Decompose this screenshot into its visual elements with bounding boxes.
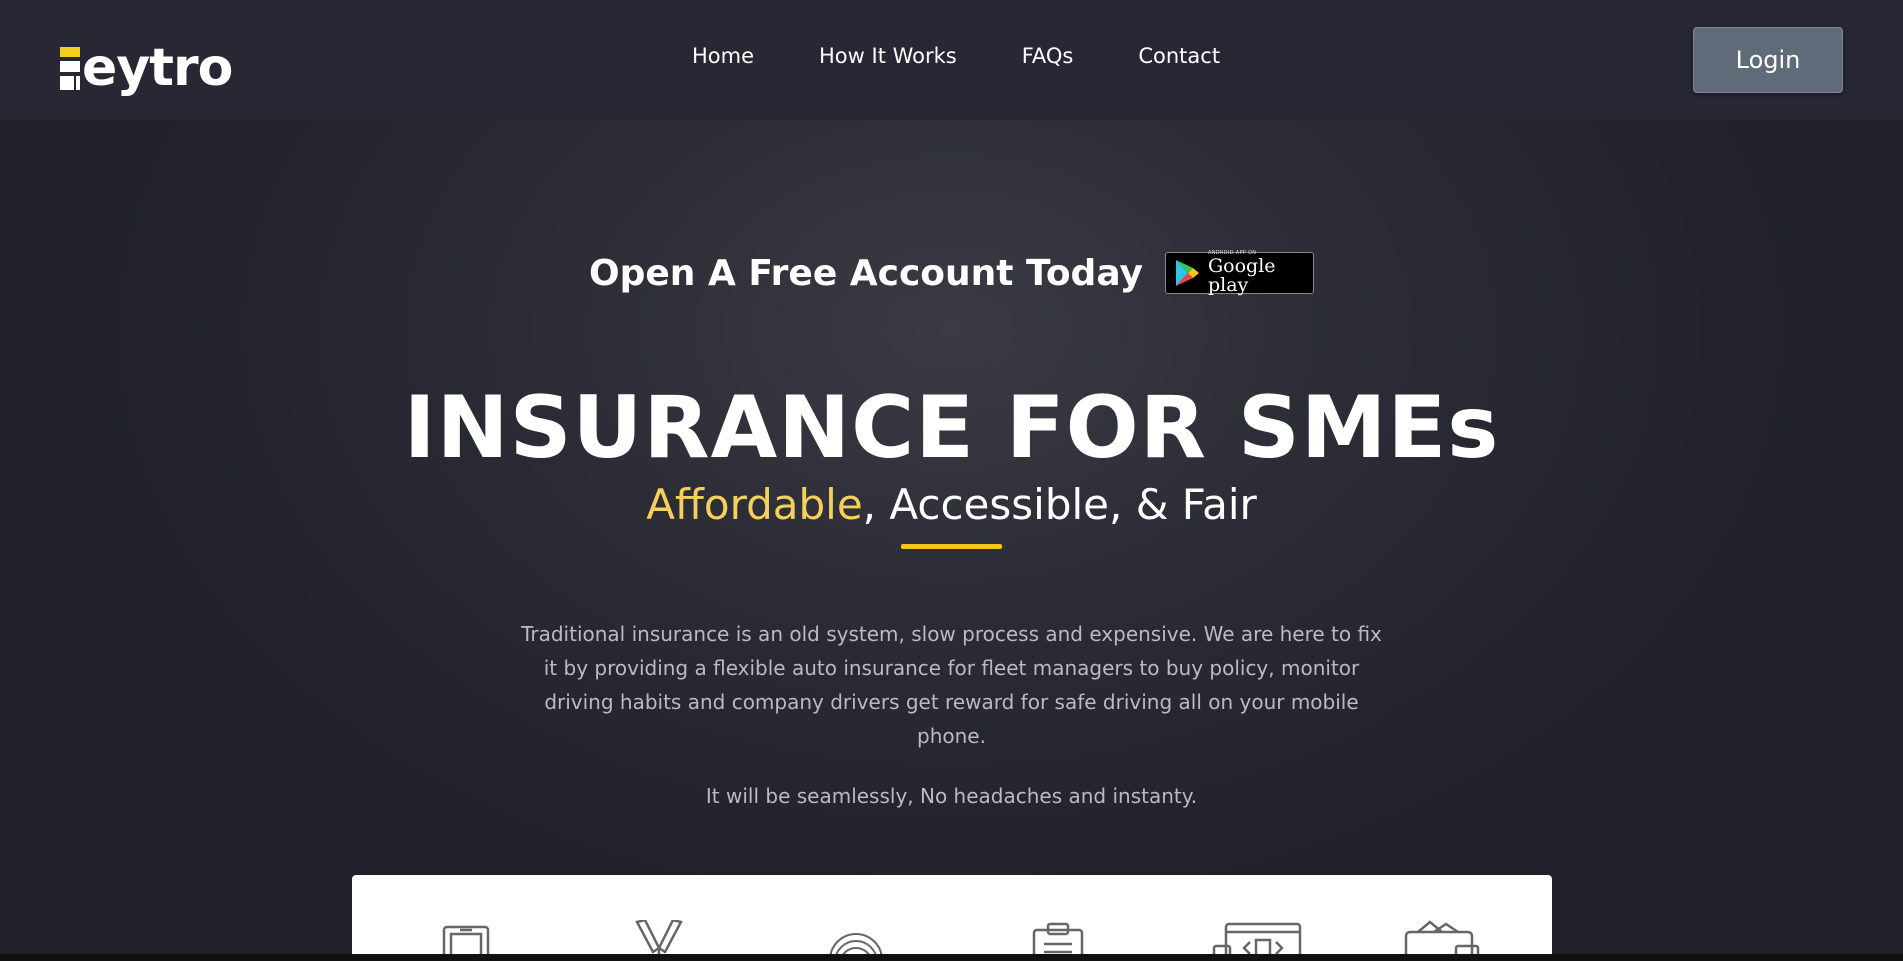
subtitle: Affordable, Accessible, & Fair: [0, 480, 1903, 529]
nav-link-faqs[interactable]: FAQs: [1022, 44, 1074, 68]
badge-big-text: Google play: [1207, 255, 1276, 296]
login-button[interactable]: Login: [1693, 27, 1843, 93]
logo-mark-icon: [58, 44, 80, 90]
hero-description: Traditional insurance is an old system, …: [521, 622, 1382, 748]
title-divider: [901, 544, 1002, 549]
navbar: eytro Home How It Works FAQs Contact Log…: [0, 0, 1903, 120]
hero-tagline: It will be seamlessly, No headaches and …: [705, 784, 1198, 808]
logo[interactable]: eytro: [58, 28, 233, 94]
logo-text: eytro: [82, 38, 233, 98]
main-nav: Home How It Works FAQs Contact: [692, 44, 1220, 68]
page-title: INSURANCE FOR SMEs: [403, 378, 1500, 478]
nav-link-home[interactable]: Home: [692, 44, 754, 68]
cta-title: Open A Free Account Today: [589, 252, 1143, 294]
subtitle-rest: , Accessible, & Fair: [862, 480, 1257, 529]
nav-link-contact[interactable]: Contact: [1138, 44, 1220, 68]
cta-row: Open A Free Account Today ANDROID APP ON…: [0, 251, 1903, 296]
bottom-edge: [0, 954, 1903, 961]
nav-link-how-it-works[interactable]: How It Works: [819, 44, 957, 68]
google-play-badge[interactable]: ANDROID APP ON Google play: [1164, 251, 1314, 296]
features-card: [352, 875, 1552, 961]
subtitle-accent: Affordable: [646, 480, 863, 529]
google-play-icon: [1175, 260, 1199, 286]
